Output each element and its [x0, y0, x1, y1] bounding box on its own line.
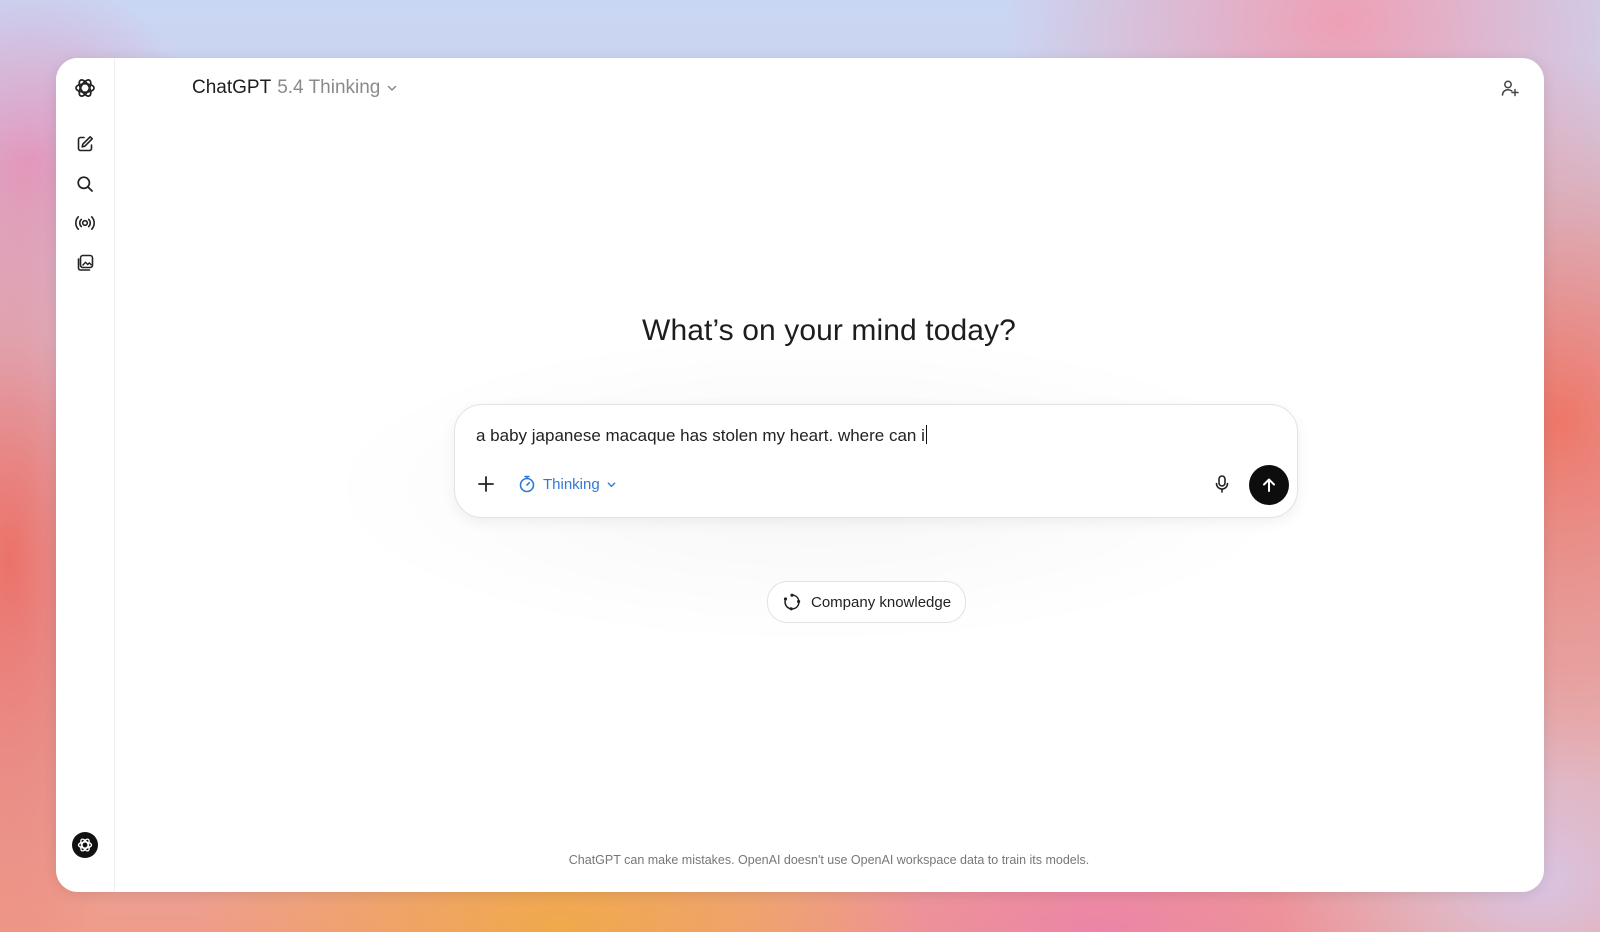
thinking-mode-label: Thinking [543, 475, 600, 493]
model-selector[interactable]: ChatGPT 5.4 Thinking [188, 74, 402, 102]
model-name: ChatGPT [192, 77, 272, 98]
microphone-icon [1215, 475, 1229, 493]
prompt-input[interactable]: a baby japanese macaque has stolen my he… [476, 425, 1237, 446]
disclaimer-text: ChatGPT can make mistakes. OpenAI doesn'… [568, 853, 1090, 867]
page-title: What’s on your mind today? [642, 314, 1016, 347]
sidebar [56, 58, 115, 892]
top-bar: ChatGPT 5.4 Thinking [172, 58, 1544, 118]
thinking-mode-button[interactable]: Thinking [511, 469, 623, 499]
company-knowledge-label: Company knowledge [811, 593, 952, 611]
app-window: ChatGPT 5.4 Thinking What’s on your mind… [56, 58, 1544, 892]
main-area: ChatGPT 5.4 Thinking What’s on your mind… [114, 58, 1544, 892]
send-button[interactable] [1249, 465, 1289, 505]
company-knowledge-icon [783, 593, 801, 611]
temporary-chat-icon[interactable] [1538, 72, 1544, 104]
add-people-icon[interactable] [1494, 72, 1526, 104]
images-icon[interactable] [69, 247, 101, 279]
chevron-down-icon [607, 481, 616, 487]
voice-icon[interactable] [69, 207, 101, 239]
search-icon[interactable] [69, 168, 101, 200]
prompt-text: a baby japanese macaque has stolen my he… [476, 426, 925, 445]
arrow-up-icon [1263, 478, 1275, 492]
composer: a baby japanese macaque has stolen my he… [454, 404, 1298, 518]
company-knowledge-chip[interactable]: Company knowledge [767, 581, 967, 623]
openai-logo-icon[interactable] [69, 72, 101, 104]
add-attachment-button[interactable] [471, 469, 501, 499]
stopwatch-icon [519, 475, 535, 493]
plus-icon [478, 476, 494, 492]
profile-avatar-icon[interactable] [69, 829, 101, 861]
text-caret [925, 425, 928, 444]
dictate-button[interactable] [1207, 469, 1237, 499]
chevron-down-icon [388, 85, 397, 91]
model-version: 5.4 Thinking [277, 77, 381, 98]
new-chat-icon[interactable] [69, 128, 101, 160]
